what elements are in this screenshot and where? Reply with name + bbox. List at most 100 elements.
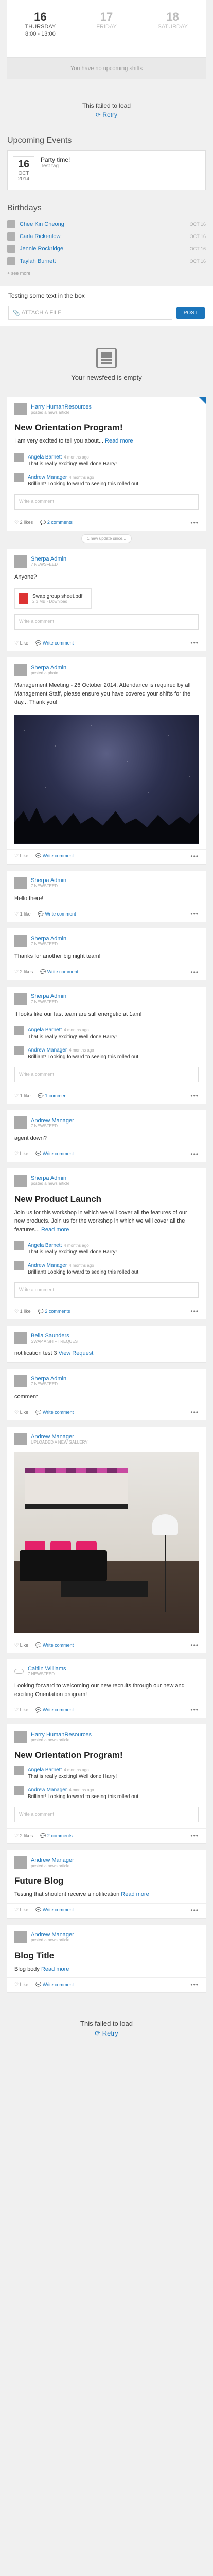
like-button[interactable]: ♡ 2 likes bbox=[14, 1833, 33, 1839]
comment-input[interactable]: Write a comment bbox=[14, 1807, 199, 1822]
author-name[interactable]: Sherpa Admin bbox=[31, 1376, 66, 1382]
post-title[interactable]: New Orientation Program! bbox=[7, 1746, 206, 1762]
comment-author[interactable]: Andrew Manager bbox=[28, 1047, 67, 1053]
avatar[interactable] bbox=[14, 555, 27, 568]
author-name[interactable]: Sherpa Admin bbox=[31, 665, 66, 671]
author-name[interactable]: Sherpa Admin bbox=[31, 1175, 69, 1181]
more-icon[interactable]: ••• bbox=[190, 639, 199, 647]
author-name[interactable]: Caitlin Williams bbox=[28, 1666, 66, 1672]
author-name[interactable]: Sherpa Admin bbox=[31, 556, 66, 562]
composer-text[interactable]: Testing some text in the box bbox=[8, 292, 205, 299]
comments-button[interactable]: 💬 Write comment bbox=[36, 1151, 74, 1157]
more-icon[interactable]: ••• bbox=[190, 1706, 199, 1714]
comments-button[interactable]: 💬 Write comment bbox=[36, 1410, 74, 1415]
avatar[interactable] bbox=[14, 1856, 27, 1869]
event-card[interactable]: 16 OCT 2014 Party time! Test tag bbox=[7, 150, 206, 190]
gallery-photo[interactable] bbox=[14, 1452, 199, 1633]
avatar[interactable] bbox=[14, 664, 27, 676]
comments-button[interactable]: 💬 Write comment bbox=[36, 1642, 74, 1648]
avatar[interactable] bbox=[14, 935, 27, 947]
attachment[interactable]: Swap group sheet.pdf 2.3 MB - Download bbox=[14, 588, 92, 609]
more-icon[interactable]: ••• bbox=[190, 1832, 199, 1839]
post-button[interactable]: POST bbox=[176, 307, 205, 319]
new-updates-divider[interactable]: 1 new update since... bbox=[7, 534, 206, 543]
author-name[interactable]: Andrew Manager bbox=[31, 1931, 74, 1938]
author-name[interactable]: Bella Saunders bbox=[31, 1333, 80, 1339]
more-icon[interactable]: ••• bbox=[190, 969, 199, 976]
comment-author[interactable]: Angela Barnett bbox=[28, 454, 62, 460]
more-icon[interactable]: ••• bbox=[190, 1150, 199, 1158]
birthday-item[interactable]: Carla Rickenlow OCT 16 bbox=[7, 230, 206, 243]
comment-author[interactable]: Angela Barnett bbox=[28, 1027, 62, 1033]
calendar-day-today[interactable]: 16 THURSDAY 8:00 - 13:00 bbox=[7, 0, 74, 57]
like-button[interactable]: ♡ Like bbox=[14, 1707, 28, 1713]
author-name[interactable]: Andrew Manager bbox=[31, 1434, 88, 1440]
like-button[interactable]: ♡ Like bbox=[14, 853, 28, 859]
more-icon[interactable]: ••• bbox=[190, 853, 199, 860]
more-icon[interactable]: ••• bbox=[190, 1308, 199, 1315]
comment-input[interactable]: Write a comment bbox=[14, 614, 199, 630]
calendar-day[interactable]: 17 FRIDAY bbox=[74, 0, 140, 57]
author-name[interactable]: Harry HumanResources bbox=[31, 1732, 92, 1738]
like-button[interactable]: ♡ Like bbox=[14, 640, 28, 646]
comment-author[interactable]: Andrew Manager bbox=[28, 1787, 67, 1793]
like-button[interactable]: ♡ 1 like bbox=[14, 911, 31, 917]
comment-author[interactable]: Angela Barnett bbox=[28, 1243, 62, 1248]
comments-button[interactable]: 💬 1 comment bbox=[38, 1093, 68, 1099]
retry-link[interactable]: ⟳ Retry bbox=[0, 111, 213, 118]
post-title[interactable]: New Orientation Program! bbox=[7, 418, 206, 435]
comments-button[interactable]: 💬 2 comments bbox=[38, 1309, 70, 1314]
like-button[interactable]: ♡ Like bbox=[14, 1907, 28, 1913]
comments-button[interactable]: 💬 Write comment bbox=[36, 640, 74, 646]
comment-author[interactable]: Andrew Manager bbox=[28, 474, 67, 480]
see-more-link[interactable]: + see more bbox=[7, 267, 206, 286]
like-button[interactable]: ♡ 1 like bbox=[14, 1309, 31, 1314]
like-button[interactable]: ♡ Like bbox=[14, 1410, 28, 1415]
comment-input[interactable]: Write a comment bbox=[14, 494, 199, 510]
author-name[interactable]: Andrew Manager bbox=[31, 1117, 74, 1124]
comments-button[interactable]: 💬 Write comment bbox=[36, 1907, 74, 1913]
more-icon[interactable]: ••• bbox=[190, 1409, 199, 1416]
avatar[interactable] bbox=[14, 1375, 27, 1387]
comments-button[interactable]: 💬 Write comment bbox=[36, 853, 74, 859]
read-more-link[interactable]: Read more bbox=[121, 1891, 149, 1897]
post-title[interactable]: Future Blog bbox=[7, 1872, 206, 1888]
comments-button[interactable]: 💬 Write comment bbox=[38, 911, 76, 917]
comment-input[interactable]: Write a comment bbox=[14, 1282, 199, 1298]
more-icon[interactable]: ••• bbox=[190, 1981, 199, 1988]
like-button[interactable]: ♡ Like bbox=[14, 1151, 28, 1157]
read-more-link[interactable]: Read more bbox=[41, 1966, 69, 1972]
retry-link[interactable]: ⟳ Retry bbox=[0, 2029, 213, 2038]
attach-file-field[interactable]: 📎 ATTACH A FILE bbox=[8, 306, 172, 320]
comments-button[interactable]: 💬 2 comments bbox=[40, 1833, 73, 1839]
avatar[interactable] bbox=[14, 1930, 27, 1943]
calendar-day[interactable]: 18 SATURDAY bbox=[139, 0, 206, 57]
comment-input[interactable]: Write a comment bbox=[14, 1067, 199, 1082]
author-name[interactable]: Andrew Manager bbox=[31, 1857, 74, 1863]
avatar[interactable] bbox=[14, 1116, 27, 1129]
post-title[interactable]: New Product Launch bbox=[7, 1190, 206, 1207]
more-icon[interactable]: ••• bbox=[190, 1092, 199, 1099]
like-button[interactable]: ♡ Like bbox=[14, 1982, 28, 1988]
avatar[interactable] bbox=[14, 876, 27, 889]
more-icon[interactable]: ••• bbox=[190, 519, 199, 527]
author-name[interactable]: Sherpa Admin bbox=[31, 993, 66, 999]
read-more-link[interactable]: Read more bbox=[41, 1227, 69, 1233]
post-title[interactable]: Blog Title bbox=[7, 1946, 206, 1963]
birthday-item[interactable]: Jennie Rockridge OCT 16 bbox=[7, 243, 206, 255]
more-icon[interactable]: ••• bbox=[190, 910, 199, 918]
like-button[interactable]: ♡ 1 like bbox=[14, 1093, 31, 1099]
author-name[interactable]: Sherpa Admin bbox=[31, 877, 66, 884]
avatar[interactable] bbox=[14, 403, 27, 415]
avatar[interactable] bbox=[14, 1174, 27, 1187]
avatar[interactable] bbox=[14, 1731, 27, 1743]
comments-button[interactable]: 💬 2 comments bbox=[40, 520, 73, 526]
view-request-link[interactable]: View Request bbox=[59, 1350, 94, 1357]
avatar[interactable] bbox=[14, 1332, 27, 1344]
comment-author[interactable]: Angela Barnett bbox=[28, 1767, 62, 1773]
comment-author[interactable]: Andrew Manager bbox=[28, 1263, 67, 1268]
read-more-link[interactable]: Read more bbox=[105, 438, 133, 444]
birthday-item[interactable]: Taylah Burnett OCT 16 bbox=[7, 255, 206, 267]
comments-button[interactable]: 💬 Write comment bbox=[40, 969, 78, 975]
author-name[interactable]: Harry HumanResources bbox=[31, 404, 92, 410]
